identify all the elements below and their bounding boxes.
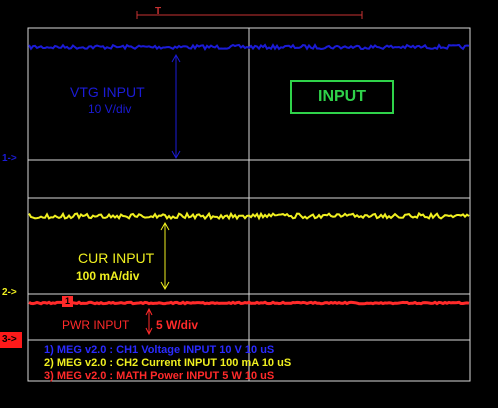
pwr-scale-arrow xyxy=(145,307,153,336)
pwr-scale: 5 W/div xyxy=(156,318,199,332)
legend-ch3-text: 3) MEG v2.0 : MATH Power INPUT 5 W 10 uS xyxy=(44,370,275,382)
vtg-scale: 10 V/div xyxy=(88,102,132,116)
trigger-marker: T xyxy=(155,6,162,17)
legend-ch3: 3) MEG v2.0 : MATH Power INPUT 5 W 10 uS xyxy=(44,370,274,382)
vtg-scale-arrow xyxy=(171,53,181,160)
pwr-trace-marker: 1 xyxy=(65,296,71,306)
ch1-ground-marker[interactable]: 1-> xyxy=(2,153,17,164)
vtg-label: VTG INPUT xyxy=(70,84,145,100)
legend-ch2: 2) MEG v2.0 : CH2 Current INPUT 100 mA 1… xyxy=(44,357,291,369)
ch2-ground-marker[interactable]: 2-> xyxy=(2,287,17,298)
pwr-label: PWR INPUT xyxy=(62,318,130,332)
ch3-ground-marker[interactable]: 3-> xyxy=(0,332,22,348)
legend-ch2-text: 2) MEG v2.0 : CH2 Current INPUT 100 mA 1… xyxy=(44,357,292,369)
title-box: INPUT xyxy=(290,80,394,114)
pwr-trace xyxy=(28,300,470,306)
legend-ch1: 1) MEG v2.0 : CH1 Voltage INPUT 10 V 10 … xyxy=(44,344,274,356)
oscilloscope-screen: T VTG INPUT 10 V/div INPUT CUR INPUT 100… xyxy=(0,0,498,408)
legend-ch1-text: 1) MEG v2.0 : CH1 Voltage INPUT 10 V 10 … xyxy=(44,344,275,356)
cur-scale: 100 mA/div xyxy=(76,269,140,283)
cur-label: CUR INPUT xyxy=(78,250,155,266)
cur-scale-arrow xyxy=(160,221,170,291)
